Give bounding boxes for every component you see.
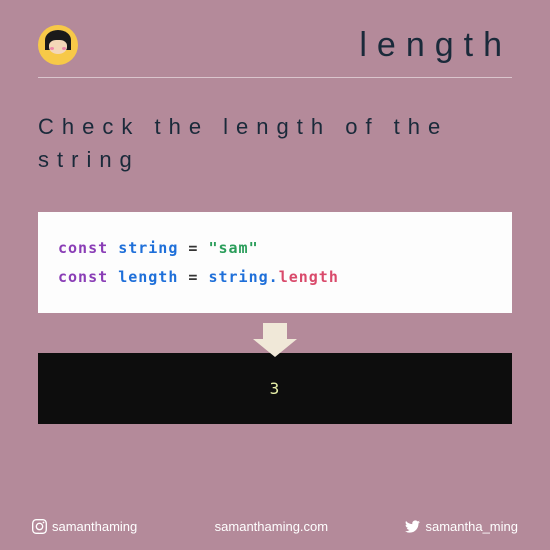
code-block: const string = "sam" const length = stri…: [38, 212, 512, 313]
operator: =: [188, 239, 198, 257]
variable: string: [118, 239, 178, 257]
operator: =: [188, 268, 198, 286]
instagram-icon: [32, 519, 47, 534]
twitter-text: samantha_ming: [425, 519, 518, 534]
variable: length: [118, 268, 178, 286]
property: length: [279, 268, 339, 286]
keyword: const: [58, 268, 108, 286]
dot: .: [269, 268, 279, 286]
avatar: [38, 25, 78, 65]
code-line-1: const string = "sam": [58, 234, 492, 263]
website-text: samanthaming.com: [215, 519, 328, 534]
twitter-icon: [405, 519, 420, 534]
instagram-text: samanthaming: [52, 519, 137, 534]
arrow-down-icon: [263, 323, 287, 341]
instagram-handle: samanthaming: [32, 519, 137, 534]
twitter-handle: samantha_ming: [405, 519, 518, 534]
page-title: length: [359, 26, 512, 65]
result-block: 3: [38, 353, 512, 424]
object-ref: string: [208, 268, 268, 286]
arrow-container: [0, 323, 550, 341]
result-value: 3: [270, 379, 281, 398]
keyword: const: [58, 239, 108, 257]
header: length: [0, 0, 550, 77]
code-line-2: const length = string.length: [58, 263, 492, 292]
footer: samanthaming samanthaming.com samantha_m…: [0, 519, 550, 534]
subtitle: Check the length of the string: [0, 78, 550, 194]
website-link: samanthaming.com: [215, 519, 328, 534]
string-value: "sam": [208, 239, 258, 257]
